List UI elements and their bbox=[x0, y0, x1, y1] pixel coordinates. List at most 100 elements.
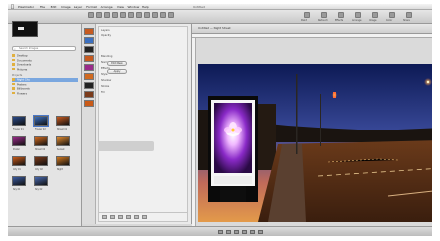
zoom-actual-button[interactable] bbox=[234, 230, 239, 234]
layer-inspector: Layers Opacity Blending Normal Effects Style S… bbox=[98, 26, 188, 222]
tool-eraser-button[interactable] bbox=[144, 12, 150, 18]
inspector-row[interactable]: Opacity bbox=[101, 34, 187, 38]
thumbnail-caption: Flower 02 bbox=[35, 128, 46, 131]
layer-thumbnail[interactable] bbox=[84, 55, 94, 62]
edit-mask-button[interactable]: Edit Mask bbox=[107, 61, 127, 66]
toolbar-arrange-button[interactable] bbox=[355, 12, 361, 18]
source-item[interactable]: Downloads bbox=[12, 63, 78, 67]
tool-move-button[interactable] bbox=[88, 12, 94, 18]
toolbar-image-label: Image bbox=[369, 19, 377, 22]
toolbar-paint-button[interactable] bbox=[304, 12, 310, 18]
thumbnail-caption: Sky 01 bbox=[13, 188, 21, 191]
project-item[interactable]: Night City bbox=[12, 78, 78, 82]
tool-fill-button[interactable] bbox=[136, 12, 142, 18]
tool-color-button[interactable] bbox=[152, 12, 158, 18]
layer-thumbnail[interactable] bbox=[84, 46, 94, 53]
thumbnail-caption: City 01 bbox=[13, 168, 21, 171]
layer-footer-button[interactable] bbox=[102, 215, 107, 219]
zoom-fit-button[interactable] bbox=[226, 230, 231, 234]
toolbar-image-button[interactable] bbox=[372, 12, 378, 18]
tool-shape-button[interactable] bbox=[128, 12, 134, 18]
project-label: Posters bbox=[17, 82, 27, 86]
night-street-photo[interactable] bbox=[198, 64, 432, 222]
source-item[interactable]: Documents bbox=[12, 58, 78, 63]
tool-brush-button[interactable] bbox=[112, 12, 118, 18]
layer-thumbnail[interactable] bbox=[84, 37, 94, 44]
image-thumbnail[interactable] bbox=[56, 116, 70, 126]
apply-button[interactable]: Apply bbox=[107, 69, 127, 74]
image-thumbnail[interactable] bbox=[12, 156, 26, 166]
layer-thumbnail[interactable] bbox=[84, 82, 94, 89]
layer-thumbnail[interactable] bbox=[84, 73, 94, 80]
layer-thumbnail[interactable] bbox=[84, 91, 94, 98]
traffic-light-glow bbox=[331, 92, 338, 98]
toolbar-retouch-button[interactable] bbox=[321, 12, 327, 18]
image-thumbnail[interactable] bbox=[12, 136, 26, 146]
image-thumbnail[interactable] bbox=[33, 115, 49, 127]
layer-footer-button[interactable] bbox=[118, 215, 123, 219]
project-item[interactable]: Posters bbox=[12, 82, 78, 87]
toolbar-effects-label: Effects bbox=[335, 19, 344, 22]
image-thumbnail[interactable] bbox=[56, 136, 70, 146]
project-item[interactable]: Billboards bbox=[12, 87, 78, 91]
fullscreen-button[interactable] bbox=[258, 230, 263, 234]
thumbnail-caption: Sky 02 bbox=[35, 188, 43, 191]
zoom-out-button[interactable] bbox=[218, 230, 223, 234]
thumbnail-caption: City 02 bbox=[35, 168, 43, 171]
document-tab-strip: Untitled — Night Street bbox=[192, 24, 432, 34]
toolbar-share-button[interactable] bbox=[406, 12, 412, 18]
inspector-row[interactable]: Shadow bbox=[101, 79, 187, 83]
source-item[interactable]: Desktop bbox=[12, 54, 78, 58]
pole-2 bbox=[320, 94, 321, 146]
tool-select-button[interactable] bbox=[96, 12, 102, 18]
layer-thumbnail[interactable] bbox=[84, 28, 94, 35]
source-item[interactable]: Pictures bbox=[12, 67, 78, 72]
image-thumbnail[interactable] bbox=[34, 156, 48, 166]
thumbnail-caption: Poster bbox=[13, 148, 20, 151]
toolbar: Paint Retouch Effects Arrange Image Color Shar… bbox=[8, 10, 432, 24]
view-mode-button[interactable] bbox=[250, 230, 255, 234]
thumbnail-caption: Sunset bbox=[57, 148, 65, 151]
toolbar-color-button[interactable] bbox=[389, 12, 395, 18]
toolbar-paint-label: Paint bbox=[301, 19, 307, 22]
thumbnail-caption: Flower 01 bbox=[13, 128, 24, 131]
image-thumbnail[interactable] bbox=[34, 176, 48, 186]
empty-layer-placeholder bbox=[98, 141, 154, 151]
project-item[interactable]: Flowers bbox=[12, 91, 78, 96]
horizontal-ruler bbox=[192, 34, 432, 38]
image-thumbnail[interactable] bbox=[56, 156, 70, 166]
street-lamp bbox=[426, 80, 430, 84]
layer-footer-button[interactable] bbox=[110, 215, 115, 219]
shelter-base bbox=[220, 186, 246, 202]
search-placeholder: Search Images bbox=[19, 47, 39, 50]
inspector-row[interactable]: Layers bbox=[101, 29, 187, 33]
tool-effects-button[interactable] bbox=[160, 12, 166, 18]
projects-heading: Projects bbox=[12, 74, 23, 77]
folder-icon bbox=[12, 58, 15, 61]
source-label: Desktop bbox=[17, 54, 28, 58]
image-thumbnail[interactable] bbox=[12, 116, 26, 126]
source-label: Documents bbox=[17, 58, 32, 62]
tool-zoom-button[interactable] bbox=[168, 12, 174, 18]
document-tab[interactable]: Untitled — Night Street bbox=[198, 26, 231, 30]
tool-crop-button[interactable] bbox=[104, 12, 110, 18]
image-thumbnail[interactable] bbox=[12, 176, 26, 186]
inspector-row[interactable]: Blending bbox=[101, 55, 187, 59]
search-input[interactable]: ⌕ Search Images bbox=[12, 46, 76, 51]
toolbar-color-label: Color bbox=[386, 19, 393, 22]
layer-thumbnail-strip bbox=[82, 24, 96, 224]
layer-footer-button[interactable] bbox=[134, 215, 139, 219]
vertical-ruler bbox=[192, 38, 196, 226]
toolbar-effects-button[interactable] bbox=[338, 12, 344, 18]
inspector-row[interactable]: Fill bbox=[101, 91, 187, 95]
image-thumbnail[interactable] bbox=[34, 136, 48, 146]
tool-type-button[interactable] bbox=[120, 12, 126, 18]
thumbnail-caption: Night bbox=[57, 168, 63, 171]
layer-footer-button[interactable] bbox=[126, 215, 131, 219]
layer-footer-button[interactable] bbox=[142, 215, 147, 219]
inspector-row[interactable]: Stroke bbox=[101, 85, 187, 89]
layer-thumbnail[interactable] bbox=[84, 100, 94, 107]
layers-panel: Layers Opacity Blending Normal Effects Style S… bbox=[82, 24, 192, 224]
zoom-in-button[interactable] bbox=[242, 230, 247, 234]
layer-thumbnail[interactable] bbox=[84, 64, 94, 71]
